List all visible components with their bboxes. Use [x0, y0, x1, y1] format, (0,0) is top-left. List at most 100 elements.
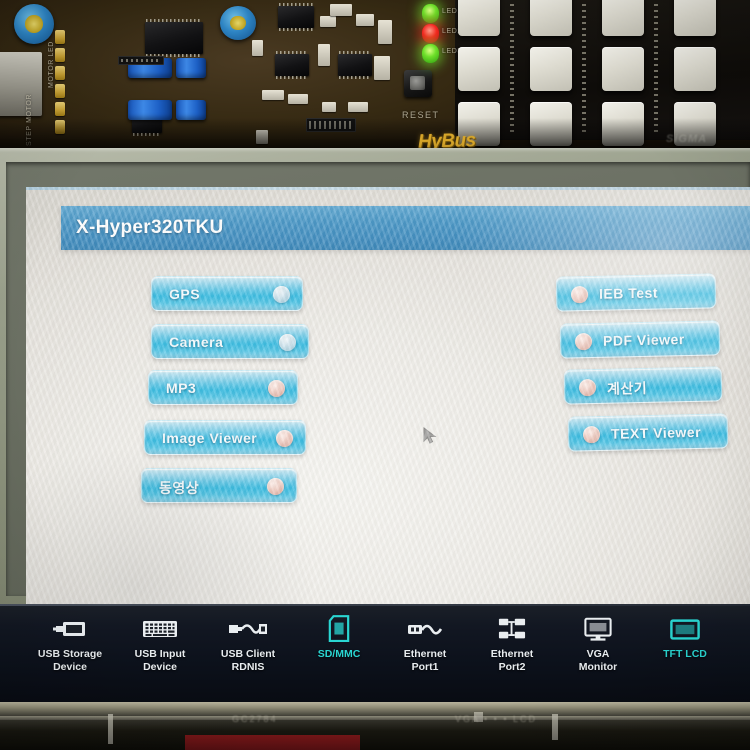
taskbar-item-ethernet-port2[interactable]: Ethernet Port2 — [464, 614, 560, 674]
menu-button-ieb-test[interactable]: IEB Test — [555, 273, 717, 312]
button-knob-icon — [578, 378, 597, 397]
menu-button-camera[interactable]: Camera — [151, 324, 309, 359]
reset-button[interactable] — [404, 70, 432, 97]
taskbar-item-vga-monitor[interactable]: VGA Monitor — [550, 614, 646, 674]
menu-button-gps[interactable]: GPS — [151, 276, 303, 311]
keypad-divider — [510, 0, 514, 136]
smd-part — [318, 44, 330, 66]
taskbar-item-label: Ethernet Port2 — [490, 648, 534, 673]
keypad-key[interactable] — [530, 47, 572, 91]
silk-bottom-ports: VGA • • • LCD — [455, 714, 537, 724]
crystal-part — [330, 4, 352, 16]
menu-button-label: IEB Test — [598, 284, 659, 302]
smd-part — [322, 102, 336, 112]
keypad-key[interactable] — [458, 47, 500, 91]
taskbar-item-usb-input[interactable]: USB Input Device — [112, 614, 208, 674]
button-knob-icon — [268, 380, 285, 397]
button-knob-icon — [582, 426, 601, 444]
board-connector — [108, 714, 113, 744]
taskbar-item-tft-lcd[interactable]: TFT LCD — [637, 614, 733, 661]
menu-button-label: Image Viewer — [162, 430, 258, 446]
board-connector — [552, 714, 558, 740]
taskbar-item-label: Ethernet Port1 — [403, 648, 447, 673]
mouse-pointer-icon — [422, 426, 438, 445]
led-pad — [55, 30, 65, 44]
taskbar-item-label: USB Input Device — [134, 648, 186, 673]
menu-button-mp3[interactable]: MP3 — [148, 370, 298, 405]
keypad-key[interactable] — [602, 47, 644, 91]
monitor-icon — [550, 614, 646, 644]
menu-button-video[interactable]: 동영상 — [141, 468, 297, 503]
menu-button-label: 동영상 — [159, 480, 200, 496]
menu-button-label: TEXT Viewer — [610, 423, 702, 442]
menu-button-text-viewer[interactable]: TEXT Viewer — [567, 413, 729, 452]
led-pad — [55, 84, 65, 98]
usb-client-icon — [200, 614, 296, 644]
status-led-green-top — [422, 4, 439, 23]
silk-bottom-part: GC2784 — [232, 714, 278, 724]
keypad-key[interactable] — [674, 47, 716, 91]
lcd-screen: X-Hyper320TKU GPS Camera MP3 Image Viewe… — [26, 187, 750, 607]
menu-button-label: GPS — [169, 286, 201, 302]
lcd-panel-icon — [637, 614, 733, 644]
taskbar-item-usb-client[interactable]: USB Client RDNIS — [200, 614, 296, 674]
board-edge-shadow — [0, 118, 750, 152]
button-knob-icon — [574, 333, 593, 351]
taskbar-item-label: TFT LCD — [663, 648, 707, 660]
button-knob-icon — [267, 478, 284, 495]
ethernet-icon — [377, 614, 473, 644]
smd-part — [320, 16, 336, 27]
smd-part — [288, 94, 308, 104]
taskbar-item-label: SD/MMC — [317, 648, 361, 660]
taskbar-item-label: VGA Monitor — [578, 648, 618, 673]
smd-part — [374, 56, 390, 80]
smd-part — [378, 20, 392, 44]
button-knob-icon — [276, 430, 293, 447]
capacitor — [128, 100, 172, 120]
taskbar-item-ethernet-port1[interactable]: Ethernet Port1 — [377, 614, 473, 674]
menu-button-pdf-viewer[interactable]: PDF Viewer — [559, 320, 721, 359]
screen-top-highlight — [26, 187, 750, 190]
taskbar-item-label: USB Client RDNIS — [220, 648, 276, 673]
ic-chip — [338, 51, 372, 79]
pin-header — [118, 56, 164, 65]
keypad-divider — [654, 0, 658, 136]
trimmer-pot-left — [14, 4, 54, 44]
capacitor — [176, 58, 206, 78]
ic-chip — [275, 51, 309, 79]
keypad-divider — [582, 0, 586, 136]
smd-part — [356, 14, 374, 26]
app-titlebar: X-Hyper320TKU — [61, 206, 750, 250]
keypad-key[interactable] — [530, 0, 572, 36]
secondary-logo: SiGMA — [666, 133, 708, 145]
sd-card-icon — [291, 614, 387, 644]
taskbar-item-usb-storage[interactable]: USB Storage Device — [22, 614, 118, 674]
status-led-green-bottom — [422, 44, 439, 63]
page-title: X-Hyper320TKU — [76, 217, 224, 238]
smd-part — [262, 90, 284, 100]
menu-button-label: 계산기 — [606, 379, 648, 397]
network-icon — [464, 614, 560, 644]
capacitor — [176, 100, 206, 120]
silk-motor-led: MOTOR LED — [48, 41, 55, 88]
taskbar-item-label: USB Storage Device — [37, 648, 103, 673]
smd-part — [348, 102, 368, 112]
status-led-red — [422, 24, 439, 43]
keypad-key[interactable] — [458, 0, 500, 36]
menu-button-calculator[interactable]: 계산기 — [563, 366, 723, 405]
trimmer-pot-mid — [220, 6, 256, 40]
menu-button-label: MP3 — [166, 380, 197, 396]
keypad-key[interactable] — [674, 0, 716, 36]
ic-chip — [145, 19, 203, 57]
keypad-key[interactable] — [602, 0, 644, 36]
device-photo: STEP MOTOR MOTOR LED — [0, 0, 750, 750]
button-knob-icon — [273, 286, 290, 303]
menu-button-image-viewer[interactable]: Image Viewer — [144, 420, 306, 455]
board-red-region — [185, 735, 360, 750]
menu-button-label: Camera — [169, 334, 224, 350]
taskbar-item-sd-mmc[interactable]: SD/MMC — [291, 614, 387, 661]
keyboard-icon — [112, 614, 208, 644]
led-pad — [55, 102, 65, 116]
embedded-board-bottom: GC2784 VGA • • • LCD — [0, 702, 750, 750]
led-pad — [55, 66, 65, 80]
